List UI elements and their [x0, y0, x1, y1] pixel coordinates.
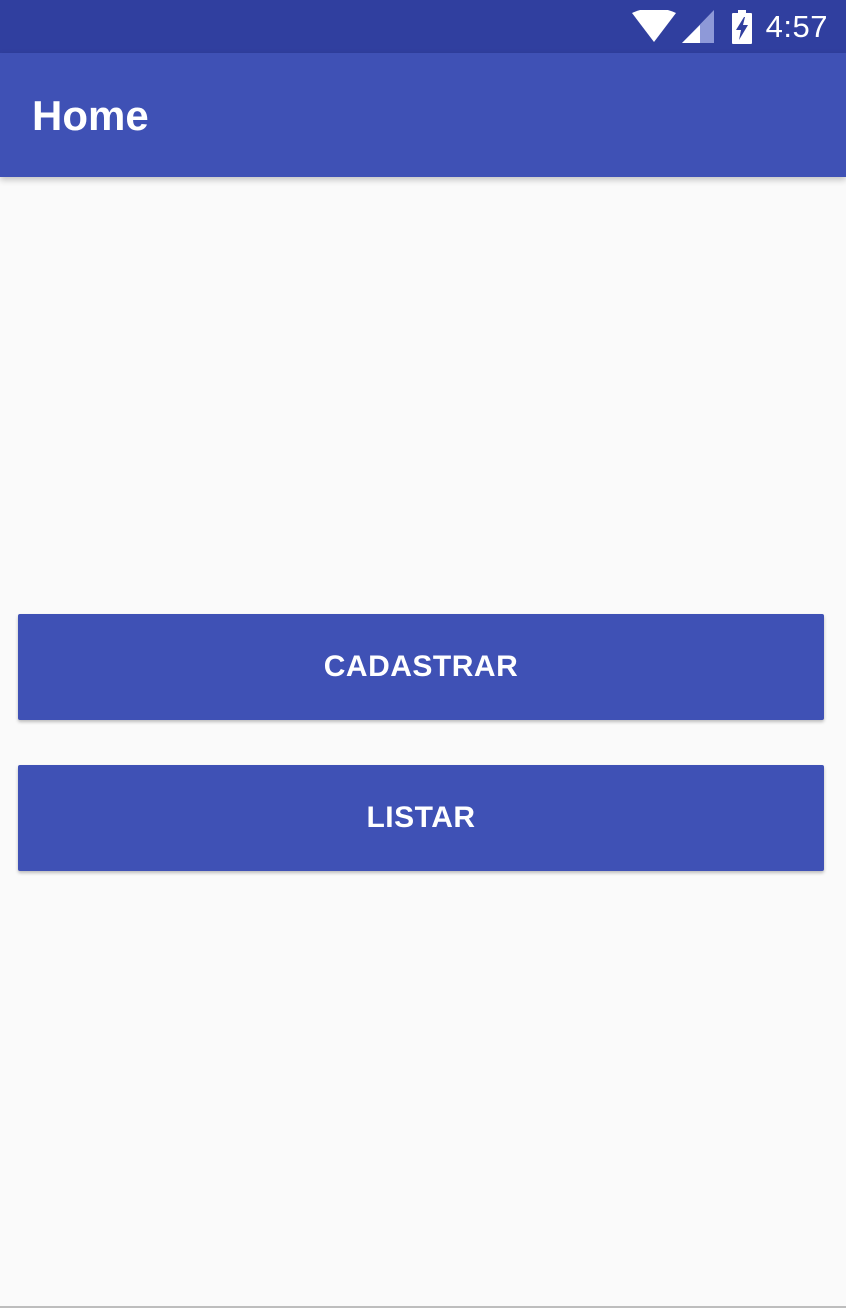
status-icons: 4:57 [631, 0, 828, 53]
signal-icon [681, 9, 714, 44]
wifi-icon [631, 9, 676, 44]
battery-charging-icon [731, 9, 752, 44]
page-title: Home [32, 92, 149, 139]
cadastrar-button[interactable]: CADASTRAR [18, 614, 824, 720]
status-bar: 4:57 [0, 0, 846, 53]
status-clock: 4:57 [765, 8, 828, 44]
listar-button[interactable]: LISTAR [18, 765, 824, 871]
app-bar: Home [0, 53, 846, 177]
